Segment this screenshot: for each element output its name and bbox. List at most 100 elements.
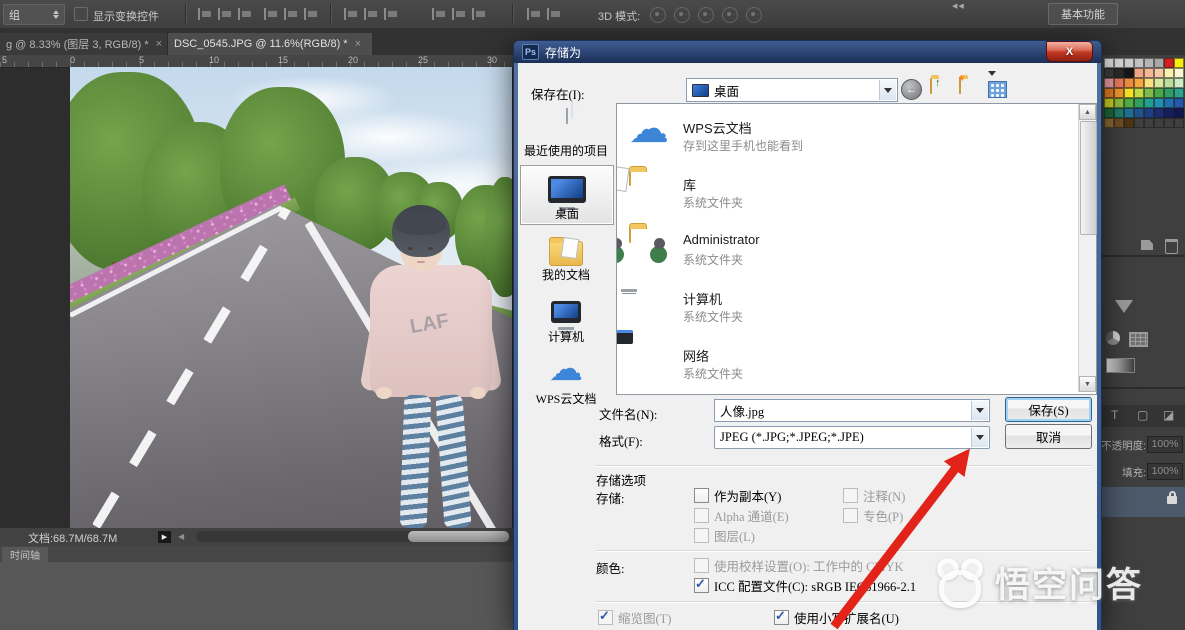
swatch[interactable] [1134, 118, 1144, 128]
3d-roll-icon[interactable] [674, 7, 690, 23]
swatch[interactable] [1174, 58, 1184, 68]
align-bottom-icon[interactable] [302, 7, 318, 21]
swatch[interactable] [1124, 118, 1134, 128]
file-list-item[interactable]: 计算机 系统文件夹 [619, 279, 1069, 336]
filter-type-icon[interactable]: T [1111, 408, 1118, 422]
swatch[interactable] [1174, 108, 1184, 118]
swatch[interactable] [1114, 58, 1124, 68]
annotations-checkbox-row[interactable]: 注释(N) [843, 486, 905, 505]
auto-blend-icon[interactable] [545, 7, 561, 21]
swatch[interactable] [1114, 88, 1124, 98]
swatch[interactable] [1104, 88, 1114, 98]
distribute-center-icon[interactable] [450, 7, 466, 21]
swatch[interactable] [1154, 118, 1164, 128]
auto-align-icon[interactable] [525, 7, 541, 21]
swatch[interactable] [1104, 98, 1114, 108]
swatch[interactable] [1164, 68, 1174, 78]
swatch[interactable] [1154, 98, 1164, 108]
distribute-right-icon[interactable] [470, 7, 486, 21]
align-center-icon[interactable] [216, 7, 232, 21]
status-flyout-icon[interactable]: ▶ [158, 531, 171, 543]
format-dropdown[interactable]: JPEG (*.JPG;*.JPEG;*.JPE) [714, 426, 990, 449]
icc-checkbox-row[interactable]: ICC 配置文件(C): sRGB IEC61966-2.1 [694, 576, 916, 595]
thumbnail-checkbox[interactable] [598, 610, 613, 625]
dropdown-arrow-icon[interactable] [879, 80, 896, 100]
file-list-item[interactable]: ☁ WPS云文档 存到这里手机也能看到 [619, 108, 1069, 165]
thumbnail-checkbox-row[interactable]: 缩览图(T) [598, 608, 671, 627]
swatch[interactable] [1144, 98, 1154, 108]
tool-preset-dropdown[interactable]: 组 [3, 4, 65, 25]
layers-checkbox-row[interactable]: 图层(L) [694, 526, 755, 545]
fill-value[interactable]: 100% [1147, 463, 1183, 480]
workspace-button[interactable]: 基本功能 [1048, 3, 1118, 25]
3d-slide-icon[interactable] [722, 7, 738, 23]
swatch[interactable] [1114, 98, 1124, 108]
trash-icon[interactable] [1165, 239, 1178, 254]
filename-input[interactable]: 人像.jpg [714, 399, 990, 422]
as-copy-checkbox-row[interactable]: 作为副本(Y) [694, 486, 781, 505]
file-list-item[interactable]: 库 系统文件夹 [619, 165, 1069, 222]
swatch[interactable] [1134, 78, 1144, 88]
swatch[interactable] [1174, 88, 1184, 98]
distribute-bottom-icon[interactable] [382, 7, 398, 21]
swatch[interactable] [1144, 88, 1154, 98]
new-folder-button[interactable]: * [959, 79, 961, 94]
sidebar-place-item[interactable]: 我的文档 [520, 227, 612, 285]
swatch[interactable] [1164, 88, 1174, 98]
scroll-up-icon[interactable]: ▲ [1079, 104, 1096, 120]
swatch[interactable] [1114, 78, 1124, 88]
swatch[interactable] [1124, 68, 1134, 78]
swatch[interactable] [1174, 78, 1184, 88]
spot-checkbox-row[interactable]: 专色(P) [843, 506, 903, 525]
swatch[interactable] [1134, 98, 1144, 108]
file-list-item[interactable]: Administrator 系统文件夹 [619, 222, 1069, 279]
swatch[interactable] [1174, 118, 1184, 128]
swatch[interactable] [1124, 58, 1134, 68]
swatch[interactable] [1154, 88, 1164, 98]
view-menu-arrow-icon[interactable] [988, 71, 996, 76]
swatch[interactable] [1134, 108, 1144, 118]
scroll-down-icon[interactable]: ▼ [1079, 376, 1096, 392]
filter-mask-icon[interactable]: ◪ [1163, 408, 1174, 422]
up-one-level-button[interactable]: ↑ [930, 79, 932, 94]
alpha-checkbox[interactable] [694, 508, 709, 523]
swatch[interactable] [1164, 98, 1174, 108]
3d-pan-icon[interactable] [698, 7, 714, 23]
align-top-icon[interactable] [262, 7, 278, 21]
view-menu-button[interactable] [988, 81, 1007, 98]
sidebar-place-item[interactable]: 最近使用的项目 [520, 103, 612, 161]
adjustment-curves-icon[interactable] [1129, 332, 1148, 347]
swatch[interactable] [1174, 68, 1184, 78]
tab-close-icon[interactable]: × [156, 38, 168, 50]
show-transform-checkbox[interactable] [74, 7, 88, 21]
swatch[interactable] [1144, 118, 1154, 128]
as-copy-checkbox[interactable] [694, 488, 709, 503]
swatch[interactable] [1114, 108, 1124, 118]
swatch[interactable] [1104, 108, 1114, 118]
swatch[interactable] [1144, 68, 1154, 78]
selected-layer-row[interactable] [1101, 487, 1185, 517]
swatch[interactable] [1154, 68, 1164, 78]
sidebar-place-item[interactable]: 桌面 [520, 165, 614, 225]
dropdown-arrow-icon[interactable] [971, 401, 988, 420]
swatch[interactable] [1154, 108, 1164, 118]
swatch[interactable] [1114, 118, 1124, 128]
swatch[interactable] [1124, 78, 1134, 88]
swatch[interactable] [1144, 108, 1154, 118]
icc-checkbox[interactable] [694, 578, 709, 593]
swatch[interactable] [1104, 118, 1114, 128]
swatch[interactable] [1144, 58, 1154, 68]
annotations-checkbox[interactable] [843, 488, 858, 503]
swatch[interactable] [1134, 58, 1144, 68]
alpha-checkbox-row[interactable]: Alpha 通道(E) [694, 506, 789, 525]
layers-checkbox[interactable] [694, 528, 709, 543]
cancel-button[interactable]: 取消 [1005, 424, 1092, 449]
swatch[interactable] [1164, 58, 1174, 68]
swatch[interactable] [1134, 88, 1144, 98]
tab-close-icon[interactable]: × [355, 38, 367, 50]
dialog-title-bar[interactable]: Ps 存储为 [514, 41, 1101, 63]
tab-timeline[interactable]: 时间轴 [2, 547, 48, 562]
swatch[interactable] [1104, 78, 1114, 88]
close-button[interactable]: X [1046, 41, 1093, 62]
swatch[interactable] [1124, 88, 1134, 98]
